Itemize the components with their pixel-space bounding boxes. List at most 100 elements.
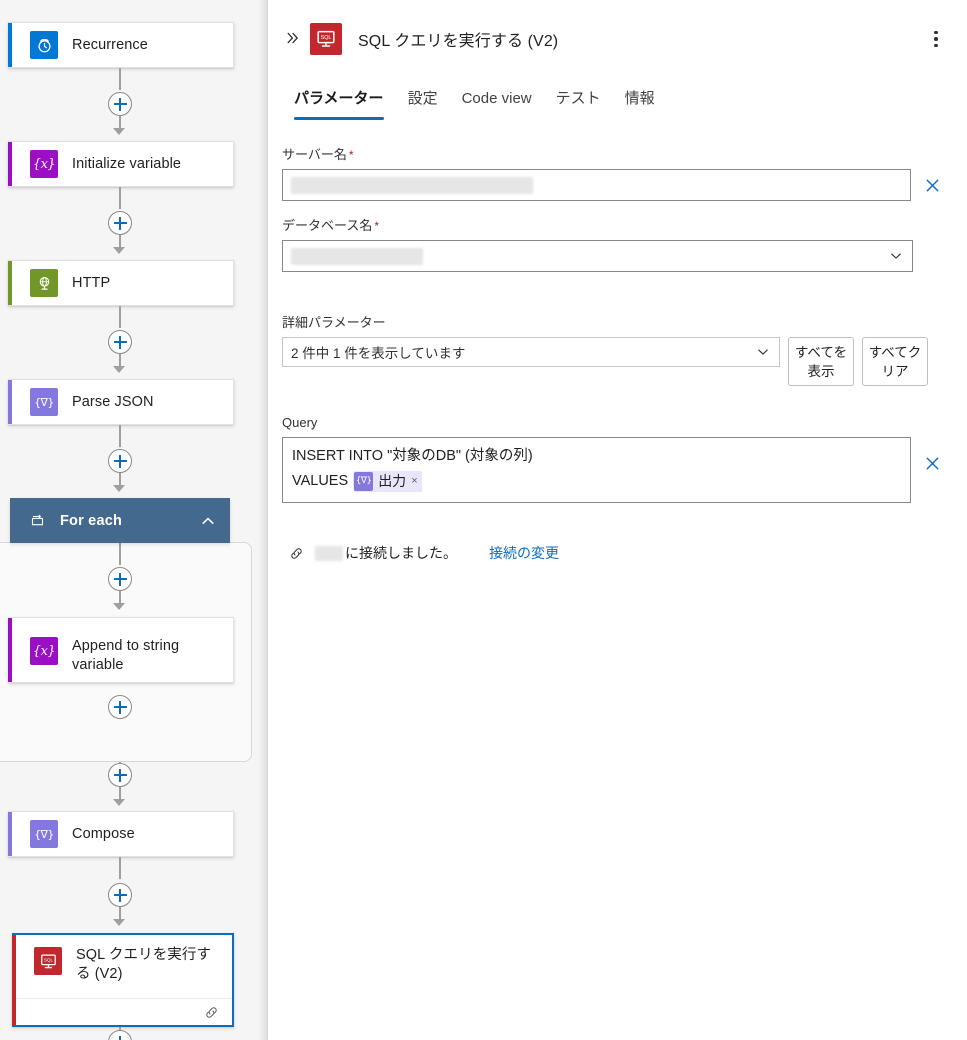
workflow-node-compose[interactable]: {∇} Compose [8,811,234,857]
node-label: Append to string variable [72,638,180,673]
connector-arrow [113,799,125,806]
tab-settings[interactable]: 設定 [396,89,450,120]
panel-header: SQL SQL クエリを実行する (V2) [268,0,967,62]
add-action-button[interactable] [108,883,132,907]
field-advanced-parameters: 詳細パラメーター 2 件中 1 件を表示しています すべてを表示 すべてクリア [282,314,949,386]
workflow-node-recurrence[interactable]: Recurrence [8,22,234,68]
connection-status-text: に接続しました。 [345,545,457,561]
node-accent-bar [8,812,12,856]
connector-line [119,543,121,565]
connector-arrow [113,919,125,926]
node-label: SQL クエリを実行する (V2) [76,947,212,982]
connector-line [119,857,121,879]
token-label: 出力 [378,473,407,490]
query-values-keyword: VALUES [292,473,349,489]
node-accent-bar [12,935,16,1025]
node-accent-bar [8,142,12,186]
dynamic-content-token[interactable]: {∇} 出力 × [353,470,422,492]
link-icon [286,545,306,562]
sql-icon: SQL [310,23,342,55]
redacted-account-name [315,545,343,561]
node-label: Parse JSON [72,393,154,410]
token-remove-icon[interactable]: × [411,475,417,487]
field-server-name: サーバー名 * [282,146,949,201]
required-mark: * [348,148,354,162]
workflow-node-initialize-variable[interactable]: {x} Initialize variable [8,141,234,187]
tab-code-view[interactable]: Code view [450,89,544,120]
tab-parameters[interactable]: パラメーター [282,89,396,120]
connector-line [119,425,121,447]
sql-icon: SQL [34,947,62,975]
change-connection-link[interactable]: 接続の変更 [489,543,559,563]
field-query: Query INSERT INTO "対象のDB" (対象の列) VALUES … [282,414,949,503]
svg-text:SQL: SQL [321,35,332,41]
server-name-label: サーバー名 * [282,147,354,162]
variable-icon: {x} [30,150,58,178]
globe-icon [30,269,58,297]
add-action-button[interactable] [108,695,132,719]
workflow-node-sql-execute-query[interactable]: SQL SQL クエリを実行する (V2) [12,933,234,1027]
advanced-parameters-dropdown[interactable]: 2 件中 1 件を表示しています [282,337,780,367]
page-title: SQL クエリを実行する (V2) [358,33,559,50]
logic-apps-designer: Recurrence {x} Initialize variable HTTP … [0,0,967,1040]
query-input[interactable]: INSERT INTO "対象のDB" (対象の列) VALUES {∇} 出力… [282,437,911,503]
connector-line [119,306,121,328]
node-connection-footer [12,998,232,1025]
required-mark: * [374,219,380,233]
double-chevron-right-icon[interactable] [282,30,304,48]
add-action-button[interactable] [108,567,132,591]
add-action-button[interactable] [108,211,132,235]
connector-arrow [113,366,125,373]
field-database-name: データベース名 * [282,217,949,272]
workflow-node-append-to-string-variable[interactable]: {x} Append to string variable [8,617,234,683]
node-label: Recurrence [72,36,148,53]
workflow-node-http[interactable]: HTTP [8,260,234,306]
action-details-panel: SQL SQL クエリを実行する (V2) パラメーター 設定 Code vie… [268,0,967,1040]
server-name-input[interactable] [282,169,911,201]
add-action-button[interactable] [108,1030,132,1040]
node-accent-bar [8,23,12,67]
workflow-node-foreach[interactable]: For each [10,498,230,543]
node-label: Compose [72,825,135,842]
node-label: HTTP [72,274,111,291]
advanced-parameters-value: 2 件中 1 件を表示しています [291,346,466,361]
connector-arrow [113,603,125,610]
add-action-button[interactable] [108,92,132,116]
database-name-label: データベース名 * [282,218,380,233]
tab-test[interactable]: テスト [544,89,613,120]
connector-arrow [113,128,125,135]
panel-tabs: パラメーター 設定 Code view テスト 情報 [268,78,967,120]
data-operation-icon: {∇} [30,820,58,848]
chevron-down-icon [889,249,903,263]
clear-all-button[interactable]: すべてクリア [862,337,928,386]
close-icon[interactable] [915,169,949,201]
data-operation-icon: {∇} [354,471,374,491]
connector-line [119,187,121,209]
workflow-node-parse-json[interactable]: {∇} Parse JSON [8,379,234,425]
loop-icon [28,512,46,530]
close-icon[interactable] [915,447,949,479]
foreach-label: For each [60,512,123,529]
node-accent-bar [8,261,12,305]
database-name-dropdown[interactable] [282,240,913,272]
add-action-button[interactable] [108,330,132,354]
connector-arrow [113,485,125,492]
data-operation-icon: {∇} [30,388,58,416]
workflow-canvas[interactable]: Recurrence {x} Initialize variable HTTP … [0,0,268,1040]
connector-arrow [113,247,125,254]
variable-icon: {x} [30,637,58,665]
clock-icon [30,31,58,59]
node-label: Initialize variable [72,155,182,172]
svg-text:SQL: SQL [43,957,53,962]
add-action-button[interactable] [108,763,132,787]
query-label: Query [282,415,318,430]
add-action-button[interactable] [108,449,132,473]
query-line-2: VALUES {∇} 出力 × [292,469,901,494]
redacted-value [291,176,533,194]
tab-information[interactable]: 情報 [613,89,667,120]
chevron-up-icon[interactable] [200,513,216,529]
more-vertical-icon[interactable] [923,24,949,54]
panel-divider [267,0,268,1040]
show-all-button[interactable]: すべてを表示 [788,337,854,386]
advanced-parameters-label: 詳細パラメーター [282,315,386,330]
